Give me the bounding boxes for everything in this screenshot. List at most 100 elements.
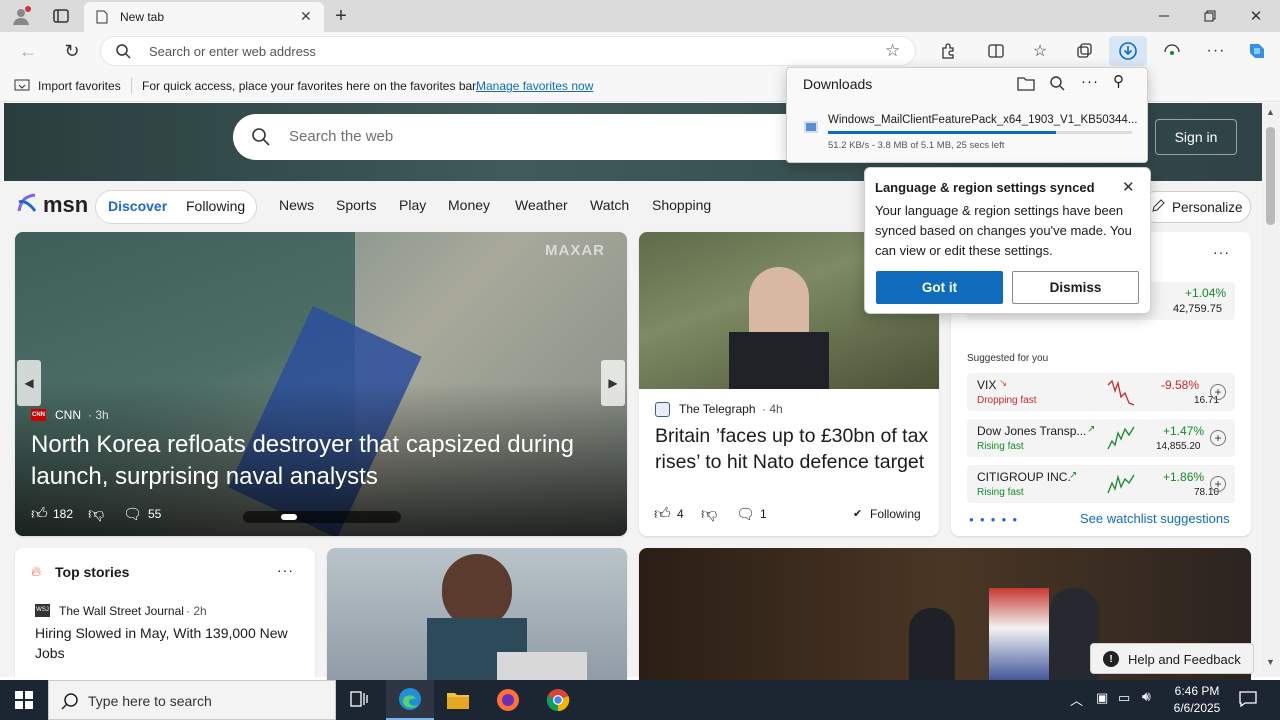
msn-logo[interactable] — [16, 192, 38, 217]
dismiss-button[interactable]: Dismiss — [1012, 271, 1139, 304]
hero-headline[interactable]: North Korea refloats destroyer that caps… — [31, 429, 621, 493]
scroll-up-icon[interactable]: ▲ — [1266, 107, 1275, 117]
network-icon[interactable]: ▭ — [1118, 690, 1130, 706]
pagination-dots[interactable]: ●●●●● — [969, 515, 1023, 524]
pin-icon[interactable]: ⚲ — [1113, 72, 1124, 90]
comment-icon[interactable]: 🗨︎ — [736, 505, 755, 523]
restore-button[interactable] — [1196, 4, 1224, 28]
nav-play[interactable]: Play — [399, 197, 426, 213]
more-options-icon[interactable]: ··· — [277, 562, 294, 578]
performance-icon[interactable] — [1156, 36, 1188, 66]
add-stock-button[interactable]: + — [1210, 430, 1226, 446]
personalize-button[interactable]: Personalize — [1140, 191, 1251, 223]
file-explorer-icon[interactable] — [434, 680, 482, 720]
favorite-star-icon[interactable]: ☆ — [885, 41, 900, 61]
tab-actions-icon[interactable] — [48, 4, 74, 28]
address-bar[interactable]: Search or enter web address ☆ — [100, 36, 916, 66]
got-it-button[interactable]: Got it — [876, 271, 1003, 304]
chrome-icon[interactable] — [534, 680, 582, 720]
copilot-icon[interactable] — [1242, 37, 1272, 65]
tab-new-tab[interactable]: New tab ✕ — [84, 2, 324, 32]
sign-in-button[interactable]: Sign in — [1155, 119, 1237, 155]
add-stock-button[interactable]: + — [1210, 384, 1226, 400]
scroll-down-icon[interactable]: ▼ — [1266, 657, 1275, 667]
collections-icon[interactable] — [1068, 36, 1100, 66]
profile-icon[interactable] — [8, 4, 34, 28]
nav-news[interactable]: News — [279, 197, 314, 213]
search-icon[interactable] — [1049, 75, 1065, 94]
tray-device-icon[interactable]: ▣ — [1096, 690, 1108, 706]
windows-start-icon[interactable] — [0, 680, 48, 720]
download-progress-fill — [828, 131, 1056, 134]
nav-money[interactable]: Money — [448, 197, 490, 213]
carousel-next-button[interactable]: ▶ — [601, 360, 625, 406]
back-button[interactable]: ← — [12, 36, 44, 66]
hero-comments: 55 — [148, 507, 162, 521]
volume-icon[interactable]: 🔊︎ — [1142, 688, 1151, 705]
suggested-label: Suggested for you — [967, 353, 1049, 364]
nav-shopping[interactable]: Shopping — [652, 197, 711, 213]
task-view-icon[interactable] — [336, 680, 384, 720]
folder-icon[interactable] — [1017, 75, 1035, 94]
extensions-icon[interactable] — [932, 36, 964, 66]
like-icon[interactable]: 👍︎ — [654, 505, 671, 524]
msn-search-placeholder: Search the web — [289, 128, 394, 145]
story2-likes: 4 — [677, 507, 684, 521]
stock-change: +1.47% — [1163, 424, 1205, 438]
firefox-icon[interactable] — [484, 680, 532, 720]
manage-favorites-link[interactable]: Manage favorites now — [476, 79, 593, 93]
new-tab-button[interactable]: + — [330, 4, 352, 28]
sparkline-icon — [1107, 379, 1135, 406]
nav-watch[interactable]: Watch — [590, 197, 629, 213]
top-stories-card: 🔥︎ Top stories ··· WSJ The Wall Street J… — [15, 548, 315, 688]
comment-icon[interactable]: 🗨︎ — [123, 505, 142, 523]
stock-row-dow-transport[interactable]: Dow Jones Transp... ↗ Rising fast +1.47%… — [967, 419, 1235, 457]
page-icon — [96, 10, 108, 27]
info-icon: ! — [1103, 651, 1119, 667]
notification-center-icon[interactable] — [1236, 686, 1260, 712]
import-favorites-button[interactable]: Import favorites — [38, 79, 121, 93]
dislike-icon[interactable]: 👎︎ — [701, 505, 717, 524]
carousel-prev-button[interactable]: ◀ — [17, 360, 41, 406]
clock-time[interactable]: 6:46 PM — [1172, 684, 1222, 698]
msn-search-box[interactable]: Search the web — [233, 114, 813, 160]
dislike-icon[interactable]: 👎︎ — [88, 505, 104, 524]
carousel-indicator[interactable] — [243, 511, 401, 523]
close-window-button[interactable]: ✕ — [1242, 4, 1270, 28]
hero-card[interactable]: MAXAR ◀ ▶ CNN CNN · 3h North Korea reflo… — [15, 232, 627, 536]
stock-row-vix[interactable]: VIX ↘ Dropping fast -9.58% 16.71 + — [967, 373, 1235, 411]
clock-date[interactable]: 6/6/2025 — [1168, 701, 1226, 715]
page-scrollbar[interactable]: ▲ ▼ — [1262, 103, 1280, 677]
stock-name: VIX — [977, 378, 997, 392]
edge-taskbar-icon[interactable] — [386, 680, 434, 720]
image-card-woman-laptop[interactable] — [327, 548, 627, 688]
minimize-button[interactable] — [1150, 4, 1178, 28]
story2-headline[interactable]: Britain ’faces up to £30bn of tax rises’… — [655, 423, 930, 475]
taskbar-search-box[interactable]: Type here to search — [48, 680, 336, 720]
more-options-icon[interactable]: ··· — [1213, 244, 1230, 260]
see-watchlist-link[interactable]: See watchlist suggestions — [1080, 511, 1230, 526]
add-stock-button[interactable]: + — [1210, 476, 1226, 492]
download-file-name[interactable]: Windows_MailClientFeaturePack_x64_1903_V… — [828, 114, 1137, 126]
stock-row-citigroup[interactable]: CITIGROUP INC. ↗ Rising fast +1.86% 78.1… — [967, 465, 1235, 503]
more-menu-icon[interactable]: ··· — [1200, 36, 1232, 66]
nav-weather[interactable]: Weather — [515, 197, 568, 213]
tray-chevron-icon[interactable]: ︿ — [1070, 690, 1083, 709]
like-icon[interactable]: 👍︎ — [31, 505, 48, 524]
nav-sports[interactable]: Sports — [336, 197, 376, 213]
close-tab-icon[interactable]: ✕ — [300, 8, 312, 25]
wsj-logo-icon: WSJ — [35, 604, 50, 617]
favorites-icon[interactable]: ☆ — [1024, 36, 1056, 66]
refresh-button[interactable]: ↻ — [56, 36, 88, 66]
tab-following[interactable]: Following — [186, 198, 245, 214]
more-options-icon[interactable]: ··· — [1081, 73, 1099, 90]
tab-title: New tab — [120, 10, 165, 24]
downloads-button[interactable] — [1109, 36, 1147, 66]
split-screen-icon[interactable] — [980, 36, 1012, 66]
tab-discover[interactable]: Discover — [108, 198, 167, 214]
close-icon[interactable]: ✕ — [1122, 178, 1135, 196]
help-feedback-button[interactable]: ! Help and Feedback — [1090, 643, 1254, 674]
story2-following[interactable]: Following — [870, 507, 921, 521]
top-story-headline[interactable]: Hiring Slowed in May, With 139,000 New J… — [35, 623, 305, 663]
scrollbar-thumb[interactable] — [1266, 127, 1275, 225]
